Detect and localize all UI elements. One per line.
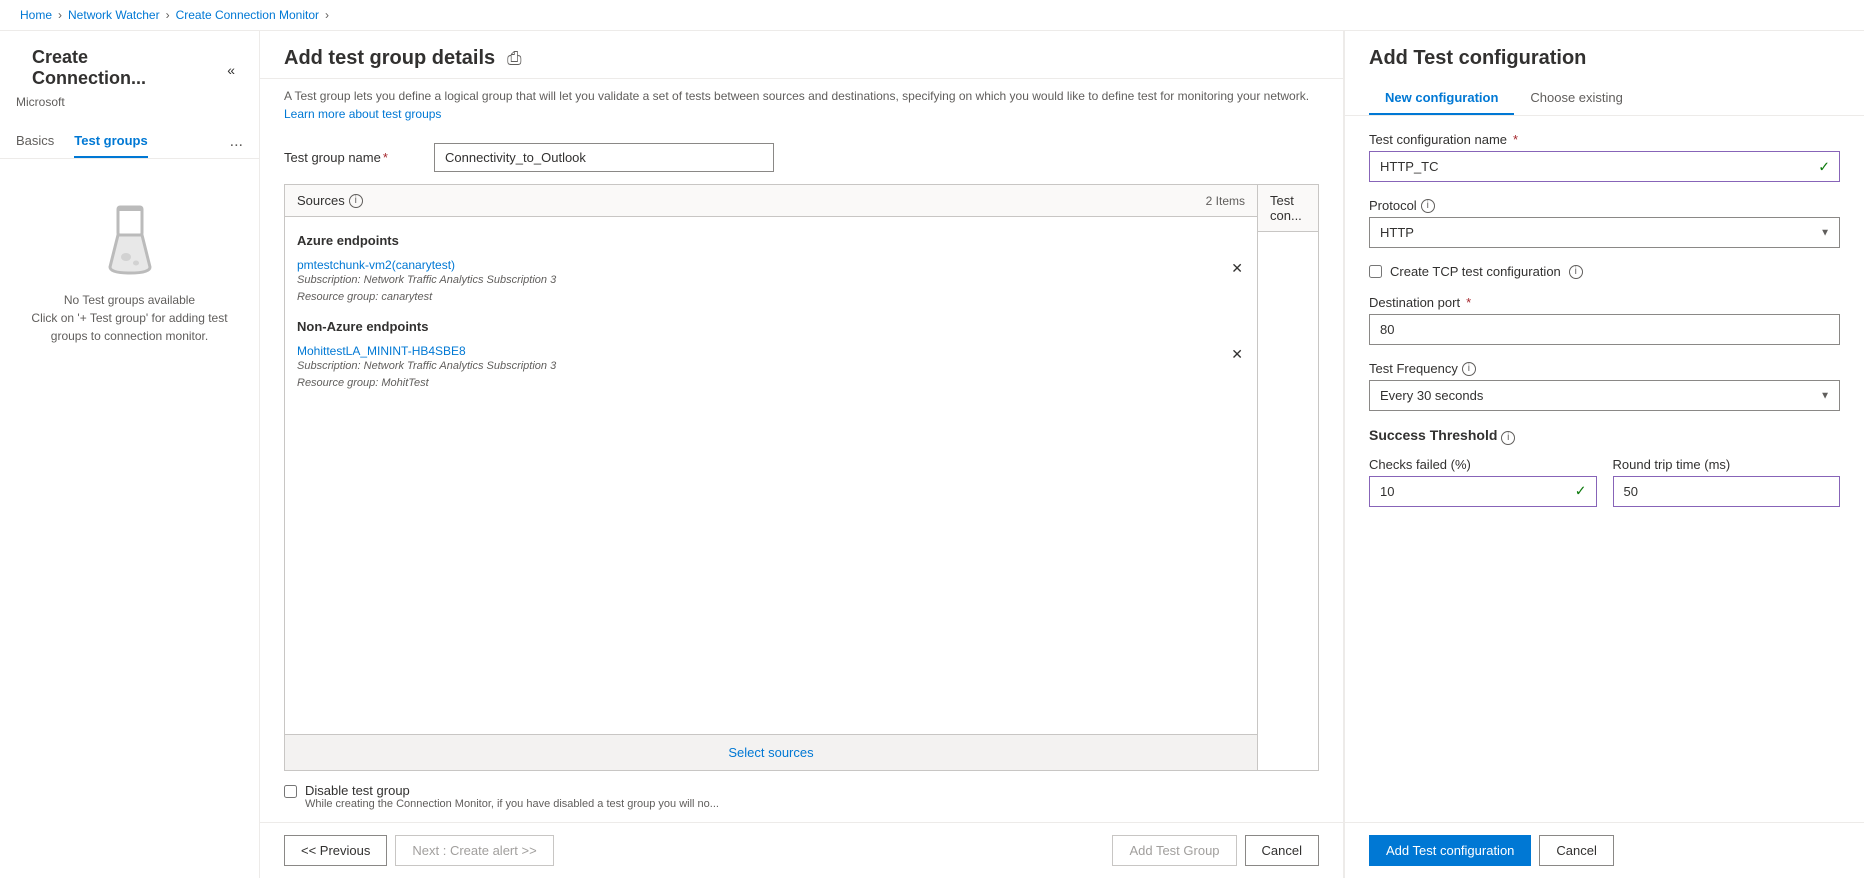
center-panel: Add test group details ⎙ A Test group le…: [260, 31, 1344, 878]
next-button[interactable]: Next : Create alert >>: [395, 835, 553, 866]
add-test-configuration-button[interactable]: Add Test configuration: [1369, 835, 1531, 866]
right-panel: Add Test configuration New configuration…: [1344, 31, 1864, 878]
test-frequency-label: Test Frequency i: [1369, 361, 1840, 376]
checks-failed-field: Checks failed (%) ✓: [1369, 457, 1597, 507]
disable-test-group-checkbox[interactable]: [284, 785, 297, 798]
beaker-icon: [0, 179, 259, 291]
test-config-body: [1258, 232, 1318, 770]
threshold-fields: Checks failed (%) ✓ Round trip time (ms): [1369, 457, 1840, 523]
center-description: A Test group lets you define a logical g…: [260, 79, 1343, 135]
columns-area: Sources i 2 Items Azure endpoints pmtest…: [284, 184, 1319, 771]
endpoint-sub-nonazure-1a: Subscription: Network Traffic Analytics …: [297, 358, 556, 375]
endpoint-item-nonazure-1: MohittestLA_MININT-HB4SBE8 Subscription:…: [285, 338, 1257, 397]
config-name-input[interactable]: [1369, 151, 1840, 182]
protocol-field: Protocol i HTTP TCP ICMP ▼: [1369, 198, 1840, 248]
test-frequency-info-icon[interactable]: i: [1462, 362, 1476, 376]
round-trip-label: Round trip time (ms): [1613, 457, 1841, 472]
checks-failed-label: Checks failed (%): [1369, 457, 1597, 472]
breadcrumb-network-watcher[interactable]: Network Watcher: [68, 8, 160, 22]
sources-footer: Select sources: [285, 734, 1257, 770]
round-trip-field: Round trip time (ms): [1613, 457, 1841, 507]
right-panel-tabs: New configuration Choose existing: [1369, 82, 1840, 115]
sidebar: Create Connection... « Microsoft Basics …: [0, 31, 260, 878]
config-name-field: Test configuration name * ✓: [1369, 132, 1840, 182]
create-tcp-info-icon[interactable]: i: [1569, 265, 1583, 279]
right-panel-footer: Add Test configuration Cancel: [1345, 822, 1864, 878]
nav-test-groups[interactable]: Test groups: [74, 125, 147, 158]
disable-test-group-row: Disable test group While creating the Co…: [260, 771, 1343, 822]
test-frequency-field: Test Frequency i Every 30 seconds Every …: [1369, 361, 1840, 411]
protocol-select[interactable]: HTTP TCP ICMP: [1369, 217, 1840, 248]
config-name-check-icon: ✓: [1818, 158, 1830, 175]
endpoint-name-nonazure-1[interactable]: MohittestLA_MININT-HB4SBE8: [297, 344, 556, 358]
collapse-button[interactable]: «: [219, 58, 243, 82]
non-azure-endpoints-label: Non-Azure endpoints: [285, 311, 1257, 338]
test-group-name-input[interactable]: [434, 143, 774, 172]
remove-nonazure-1-button[interactable]: ✕: [1229, 344, 1245, 365]
right-panel-body: Test configuration name * ✓ Protocol i H…: [1345, 116, 1864, 822]
protocol-label: Protocol i: [1369, 198, 1840, 213]
right-panel-title: Add Test configuration: [1369, 47, 1840, 70]
tab-new-configuration[interactable]: New configuration: [1369, 82, 1514, 115]
nav-basics[interactable]: Basics: [16, 125, 54, 158]
create-tcp-checkbox[interactable]: [1369, 265, 1382, 278]
breadcrumb-home[interactable]: Home: [20, 8, 52, 22]
sources-info-icon[interactable]: i: [349, 194, 363, 208]
test-group-name-label: Test group name*: [284, 150, 414, 165]
endpoint-name-azure-1[interactable]: pmtestchunk-vm2(canarytest): [297, 258, 556, 272]
success-threshold-info-icon[interactable]: i: [1501, 431, 1515, 445]
add-test-group-button[interactable]: Add Test Group: [1112, 835, 1236, 866]
destination-port-input[interactable]: [1369, 314, 1840, 345]
config-name-label: Test configuration name *: [1369, 132, 1840, 147]
test-config-label: Test con...: [1270, 193, 1306, 223]
sidebar-empty-text: No Test groups available Click on '+ Tes…: [0, 291, 259, 345]
sidebar-subtitle: Microsoft: [0, 95, 259, 125]
disable-group-desc: While creating the Connection Monitor, i…: [305, 798, 719, 810]
sources-column-header: Sources i 2 Items: [285, 185, 1257, 217]
cancel-center-button[interactable]: Cancel: [1245, 835, 1319, 866]
endpoint-item-azure-1: pmtestchunk-vm2(canarytest) Subscription…: [285, 252, 1257, 311]
endpoint-sub-azure-1b: Resource group: canarytest: [297, 289, 556, 306]
right-panel-header: Add Test configuration New configuration…: [1345, 31, 1864, 116]
learn-more-link[interactable]: Learn more about test groups: [284, 107, 441, 121]
protocol-info-icon[interactable]: i: [1421, 199, 1435, 213]
center-title: Add test group details: [284, 47, 495, 70]
sidebar-title: Create Connection...: [16, 47, 219, 93]
destination-port-field: Destination port *: [1369, 295, 1840, 345]
previous-button[interactable]: << Previous: [284, 835, 387, 866]
cancel-right-button[interactable]: Cancel: [1539, 835, 1613, 866]
endpoint-sub-azure-1a: Subscription: Network Traffic Analytics …: [297, 272, 556, 289]
test-config-column: Test con...: [1258, 185, 1318, 770]
create-tcp-label: Create TCP test configuration: [1390, 264, 1561, 279]
azure-endpoints-label: Azure endpoints: [285, 225, 1257, 252]
checks-failed-input[interactable]: [1369, 476, 1597, 507]
test-frequency-select[interactable]: Every 30 seconds Every 1 minute Every 5 …: [1369, 380, 1840, 411]
round-trip-input[interactable]: [1613, 476, 1841, 507]
endpoint-sub-nonazure-1b: Resource group: MohitTest: [297, 375, 556, 392]
sources-count: 2 Items: [1206, 194, 1245, 208]
select-sources-button[interactable]: Select sources: [728, 745, 813, 760]
disable-group-title: Disable test group: [305, 783, 719, 798]
breadcrumb-create-connection-monitor[interactable]: Create Connection Monitor: [176, 8, 319, 22]
center-header: Add test group details ⎙: [260, 31, 1343, 79]
sources-label: Sources: [297, 193, 345, 208]
tab-choose-existing[interactable]: Choose existing: [1514, 82, 1639, 115]
nav-more-icon[interactable]: ...: [230, 133, 243, 151]
breadcrumb: Home › Network Watcher › Create Connecti…: [0, 0, 1864, 31]
remove-azure-1-button[interactable]: ✕: [1229, 258, 1245, 279]
destination-port-label: Destination port *: [1369, 295, 1840, 310]
checks-failed-check-icon: ✓: [1575, 483, 1587, 500]
sources-column: Sources i 2 Items Azure endpoints pmtest…: [285, 185, 1258, 770]
print-icon[interactable]: ⎙: [507, 48, 521, 69]
test-config-column-header: Test con...: [1258, 185, 1318, 232]
sidebar-nav: Basics Test groups ...: [0, 125, 259, 159]
create-tcp-row: Create TCP test configuration i: [1369, 264, 1840, 279]
center-bottom-bar: << Previous Next : Create alert >> Add T…: [260, 822, 1343, 878]
sources-body: Azure endpoints pmtestchunk-vm2(canaryte…: [285, 217, 1257, 734]
test-group-name-row: Test group name*: [260, 135, 1343, 184]
success-threshold-title: Success Threshold i: [1369, 427, 1840, 445]
